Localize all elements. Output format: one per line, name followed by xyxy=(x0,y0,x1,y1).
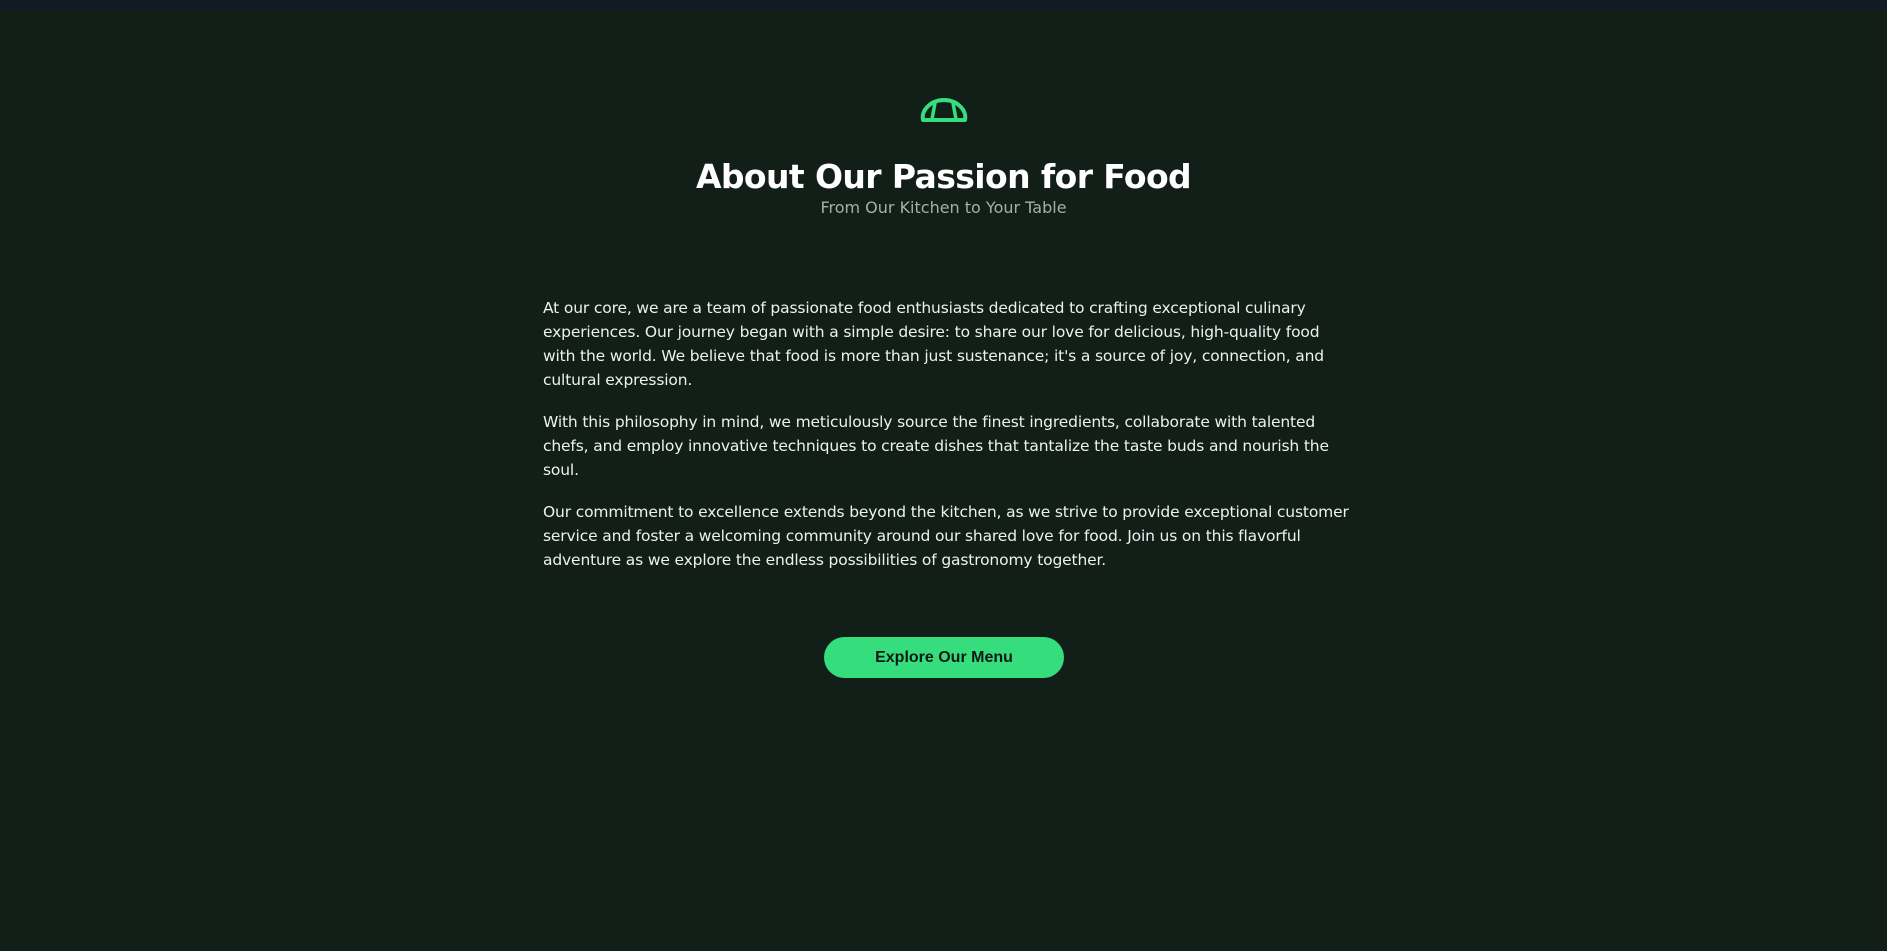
about-paragraph: At our core, we are a team of passionate… xyxy=(543,299,1325,389)
page-subtitle: From Our Kitchen to Your Table xyxy=(820,198,1067,217)
explore-menu-button[interactable]: Explore Our Menu xyxy=(824,637,1064,678)
croissant-icon xyxy=(920,98,968,122)
about-paragraph: With this philosophy in mind, we meticul… xyxy=(543,413,1329,479)
top-strip xyxy=(0,0,1887,10)
page-title: About Our Passion for Food xyxy=(695,157,1192,196)
about-content: At our core, we are a team of passionate… xyxy=(543,296,1351,590)
about-paragraph: Our commitment to excellence extends bey… xyxy=(543,503,1349,569)
